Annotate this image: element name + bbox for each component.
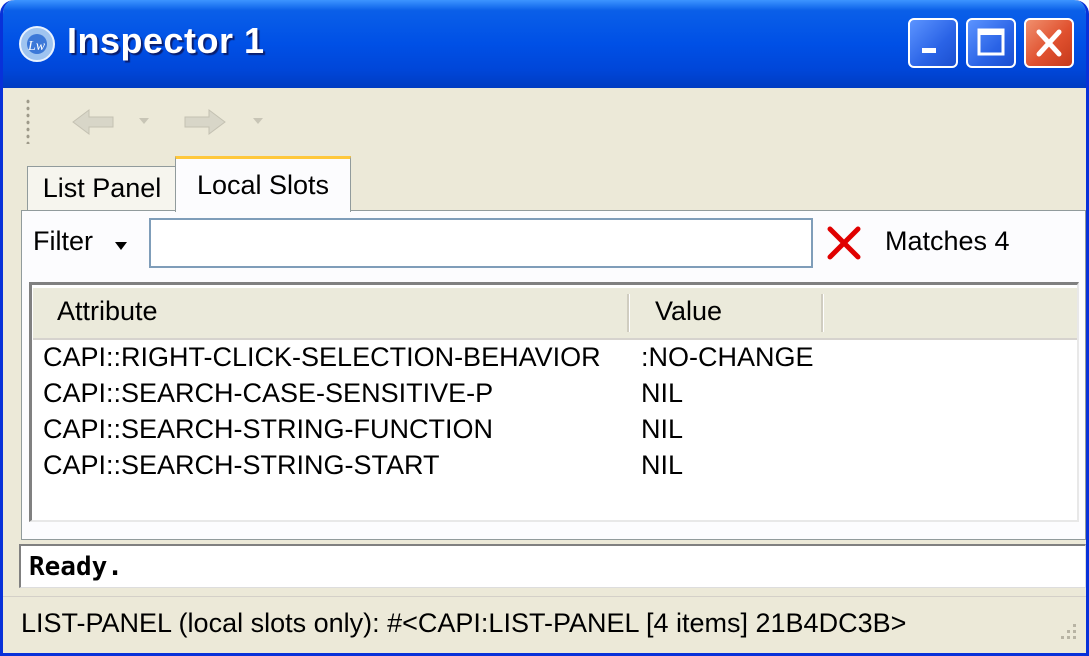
value-cell: NIL <box>641 450 684 480</box>
value-cell: :NO-CHANGE <box>641 342 814 372</box>
resize-grip-icon[interactable] <box>1055 618 1079 642</box>
close-icon <box>1036 29 1062 57</box>
filter-label[interactable]: Filter <box>33 226 93 257</box>
status-text: LIST-PANEL (local slots only): #<CAPI:LI… <box>21 608 907 638</box>
echo-area: Ready. <box>19 544 1086 588</box>
attribute-cell: CAPI::SEARCH-CASE-SENSITIVE-P <box>43 378 494 408</box>
dropdown-caret-icon[interactable] <box>251 116 265 126</box>
column-divider[interactable] <box>821 294 824 332</box>
tab-local-slots[interactable]: Local Slots <box>175 156 351 212</box>
close-button[interactable] <box>1024 18 1074 68</box>
tab-list-panel[interactable]: List Panel <box>27 166 177 210</box>
attribute-cell: CAPI::RIGHT-CLICK-SELECTION-BEHAVIOR <box>43 342 601 372</box>
forward-arrow-icon[interactable] <box>181 106 229 138</box>
column-header-attribute[interactable]: Attribute <box>57 296 158 327</box>
column-divider[interactable] <box>627 294 630 332</box>
attribute-cell: CAPI::SEARCH-STRING-START <box>43 450 440 480</box>
filter-dropdown-icon[interactable] <box>113 240 129 252</box>
filter-input[interactable] <box>149 218 813 268</box>
window-title: Inspector 1 <box>67 20 265 61</box>
red-x-icon[interactable] <box>825 224 863 262</box>
inspector-window: Lw Inspector 1 List Panel Local Slots Fi… <box>0 0 1089 656</box>
lispworks-logo-icon: Lw <box>19 26 55 62</box>
minimize-icon <box>922 48 936 53</box>
title-bar[interactable]: Lw Inspector 1 <box>3 0 1086 88</box>
value-cell: NIL <box>641 378 684 408</box>
matches-count: Matches 4 <box>885 226 1010 256</box>
list-header <box>33 288 1077 340</box>
dropdown-caret-icon[interactable] <box>137 116 151 126</box>
value-cell: NIL <box>641 414 684 444</box>
column-header-value[interactable]: Value <box>655 296 722 327</box>
attribute-cell: CAPI::SEARCH-STRING-FUNCTION <box>43 414 494 444</box>
maximize-button[interactable] <box>966 18 1016 68</box>
toolbar <box>3 88 1086 154</box>
maximize-icon <box>977 28 1005 56</box>
toolbar-grip[interactable] <box>25 98 31 144</box>
back-arrow-icon[interactable] <box>69 106 117 138</box>
minimize-button[interactable] <box>908 18 958 68</box>
svg-text:Lw: Lw <box>27 39 46 54</box>
